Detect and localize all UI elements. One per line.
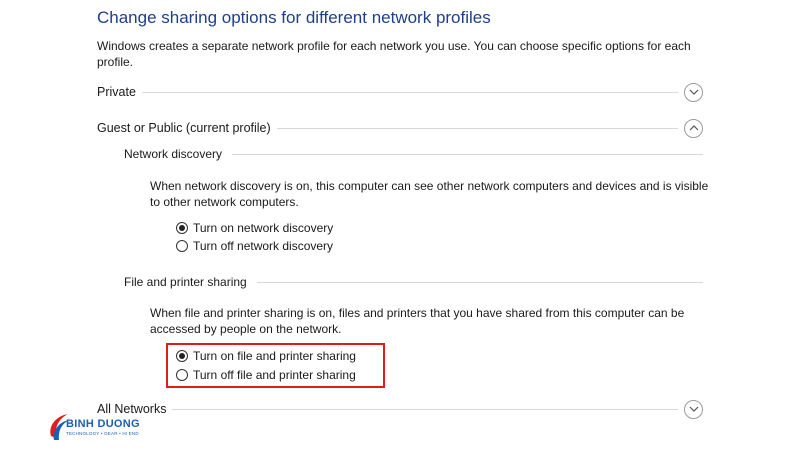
logo-tagline-text: TECHNOLOGY • GEAR • HI END: [66, 431, 139, 436]
divider: [256, 281, 703, 283]
divider: [141, 91, 678, 93]
network-discovery-description: When network discovery is on, this compu…: [150, 179, 709, 209]
divider: [232, 153, 703, 155]
radio-turn-off-network-discovery[interactable]: Turn off network discovery: [176, 237, 333, 254]
divider: [276, 127, 678, 129]
radio-turn-off-file-printer-sharing[interactable]: Turn off file and printer sharing: [176, 366, 356, 383]
radio-turn-on-network-discovery[interactable]: Turn on network discovery: [176, 219, 333, 236]
section-all-networks[interactable]: All Networks: [97, 399, 703, 419]
logo-brand-text: BINH DUONG: [66, 418, 140, 430]
file-printer-sharing-header: File and printer sharing: [124, 274, 703, 290]
watermark-logo: BINH DUONG TECHNOLOGY • GEAR • HI END: [48, 410, 168, 444]
radio-button[interactable]: [176, 239, 188, 252]
divider: [172, 408, 678, 410]
radio-label: Turn off file and printer sharing: [193, 367, 356, 382]
radio-label: Turn off network discovery: [193, 238, 334, 253]
file-printer-sharing-description: When file and printer sharing is on, fil…: [150, 306, 685, 336]
radio-button-selected[interactable]: [176, 221, 188, 234]
expand-chevron-down-icon[interactable]: [684, 399, 703, 419]
collapse-chevron-up-icon[interactable]: [684, 118, 703, 138]
page-title: Change sharing options for different net…: [97, 8, 491, 27]
radio-label: Turn on network discovery: [193, 220, 334, 235]
radio-label: Turn on file and printer sharing: [193, 348, 356, 363]
network-discovery-header: Network discovery: [124, 146, 703, 162]
file-printer-sharing-heading: File and printer sharing: [124, 275, 247, 289]
network-discovery-heading: Network discovery: [124, 147, 223, 161]
radio-button[interactable]: [176, 368, 188, 381]
section-private[interactable]: Private: [97, 82, 703, 102]
section-private-label: Private: [97, 85, 136, 99]
expand-chevron-down-icon[interactable]: [684, 82, 703, 102]
page-description: Windows creates a separate network profi…: [97, 39, 691, 69]
radio-turn-on-file-printer-sharing[interactable]: Turn on file and printer sharing: [176, 347, 356, 364]
radio-button-selected[interactable]: [176, 349, 188, 362]
section-guest-public[interactable]: Guest or Public (current profile): [97, 118, 703, 138]
section-guest-public-label: Guest or Public (current profile): [97, 121, 271, 135]
